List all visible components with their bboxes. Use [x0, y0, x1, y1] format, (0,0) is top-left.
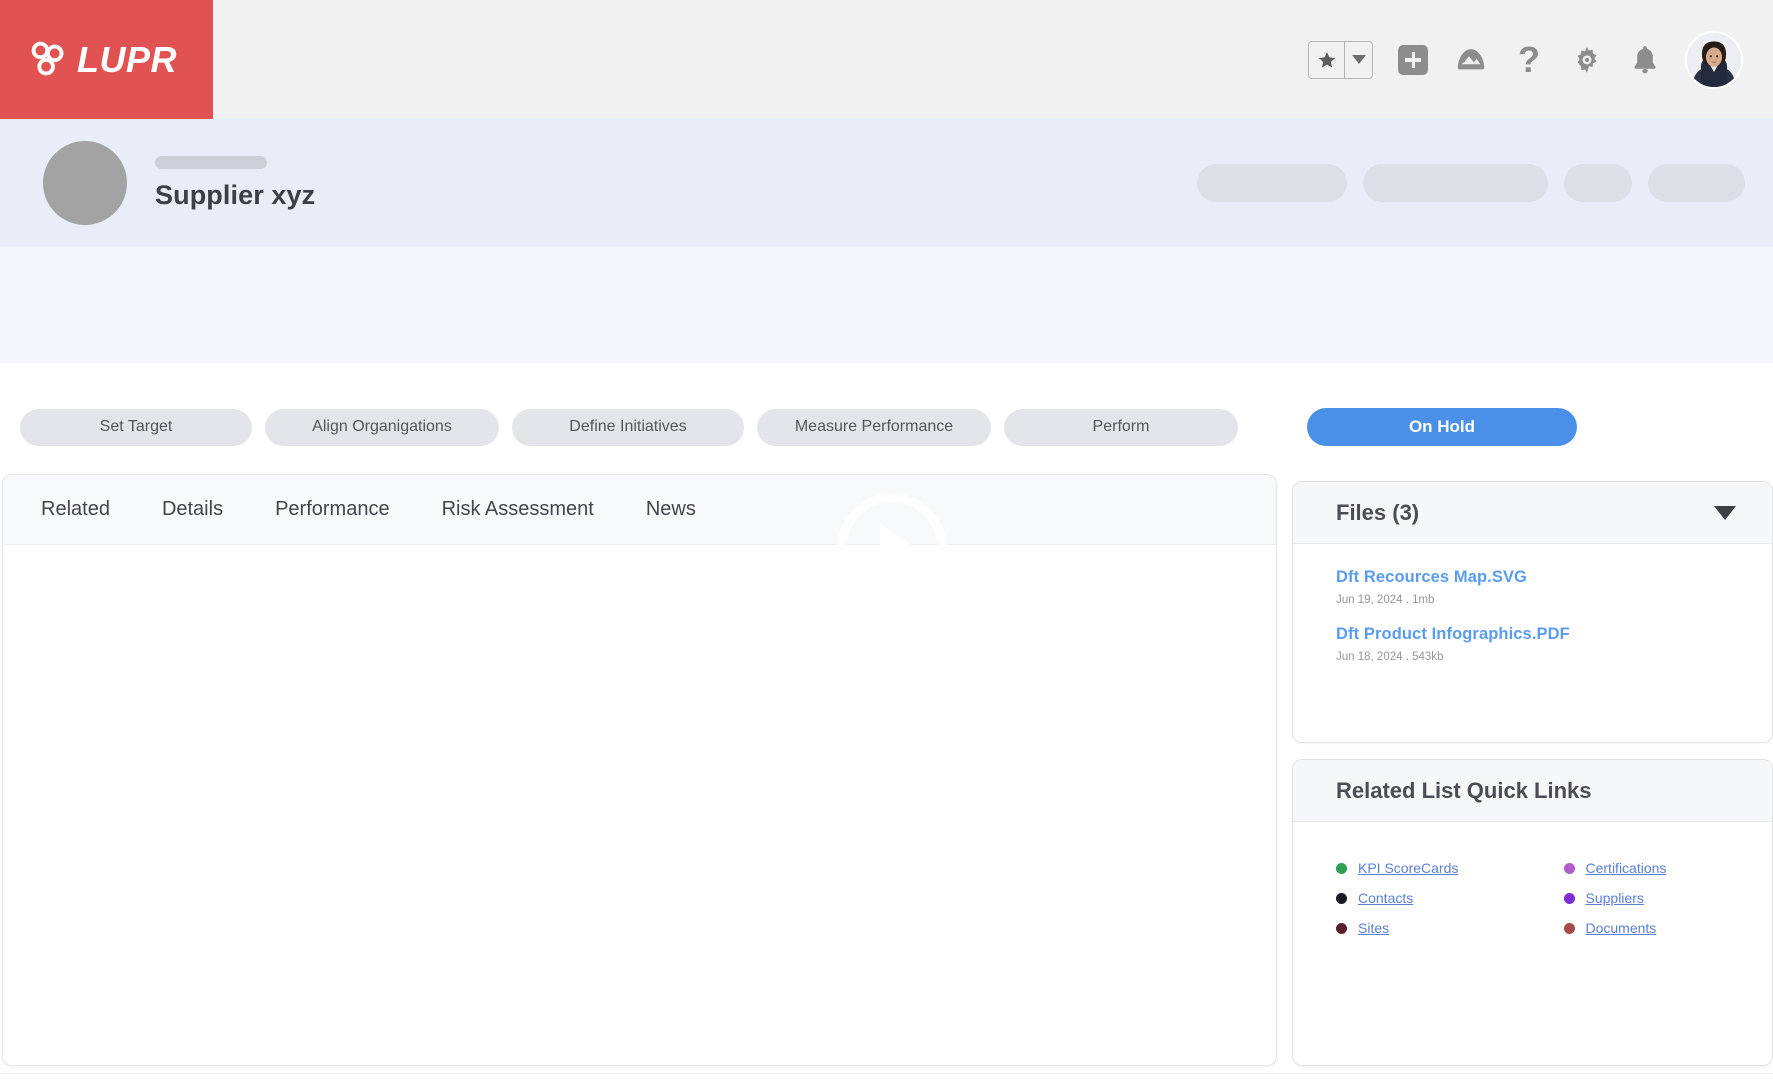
avatar-photo: [1687, 32, 1741, 87]
files-card-header[interactable]: Files (3): [1293, 482, 1772, 544]
files-card-title: Files (3): [1336, 499, 1420, 525]
quick-links-column-right: Certifications Suppliers Documents: [1533, 860, 1773, 936]
global-navigation-bar: LUPR ?: [0, 0, 1773, 119]
list-item[interactable]: Documents: [1563, 920, 1773, 936]
bullet-dot-icon: [1563, 892, 1575, 904]
quick-links-column-left: KPI ScoreCards Contacts Sites: [1293, 860, 1533, 936]
app-root: LUPR ? Supplier xyz Set Target Align Org…: [0, 0, 1773, 1079]
new-record-button[interactable]: [1395, 42, 1431, 78]
quick-link-contacts[interactable]: Contacts: [1358, 890, 1413, 906]
quick-link-sites[interactable]: Sites: [1358, 920, 1389, 936]
quick-links-card-title: Related List Quick Links: [1336, 777, 1592, 803]
list-item[interactable]: Contacts: [1336, 890, 1533, 906]
main-content-card: Related Details Performance Risk Assessm…: [2, 474, 1277, 1066]
stage-align-organigations[interactable]: Align Organigations: [265, 408, 499, 446]
list-item[interactable]: Sites: [1336, 920, 1533, 936]
caret-down-icon[interactable]: [1714, 505, 1736, 520]
status-badge-on-hold[interactable]: On Hold: [1307, 408, 1577, 446]
file-meta: Jun 19, 2024 . 1mb: [1336, 594, 1435, 606]
stage-perform[interactable]: Perform: [1004, 408, 1238, 446]
bullet-dot-icon: [1563, 862, 1575, 874]
bell-icon: [1634, 45, 1656, 73]
global-nav-actions: ?: [1308, 30, 1773, 89]
tab-panel-related: [3, 545, 1276, 1065]
viewport-bottom-edge: [0, 1073, 1773, 1079]
band-gap: [0, 363, 1773, 396]
tab-details[interactable]: Details: [162, 498, 223, 521]
quick-links-card-header: Related List Quick Links: [1293, 760, 1772, 822]
bullet-dot-icon: [1336, 922, 1347, 934]
tab-news[interactable]: News: [646, 498, 696, 521]
list-item[interactable]: Certifications: [1563, 860, 1773, 876]
notifications-button[interactable]: [1627, 42, 1663, 78]
page-title: Supplier xyz: [155, 179, 316, 210]
list-item[interactable]: Dft Product Infographics.PDF Jun 18, 202…: [1336, 625, 1772, 665]
record-avatar-placeholder: [43, 141, 127, 225]
cloud-icon: [1457, 48, 1485, 69]
cloud-upload-button[interactable]: [1453, 42, 1489, 78]
list-item[interactable]: KPI ScoreCards: [1336, 860, 1533, 876]
tab-risk-assessment[interactable]: Risk Assessment: [442, 498, 594, 521]
stage-path-row: Set Target Align Organigations Define In…: [0, 396, 1773, 458]
header-action-placeholder-2[interactable]: [1363, 164, 1548, 202]
file-link[interactable]: Dft Recources Map.SVG: [1336, 568, 1772, 587]
stage-define-initiatives[interactable]: Define Initiatives: [512, 408, 744, 446]
bullet-dot-icon: [1336, 892, 1347, 904]
file-link[interactable]: Dft Product Infographics.PDF: [1336, 625, 1772, 644]
star-icon: [1318, 51, 1335, 67]
list-item[interactable]: Dft Recources Map.SVG Jun 19, 2024 . 1mb: [1336, 568, 1772, 608]
record-title-group: Supplier xyz: [155, 155, 316, 211]
quick-link-kpi-scorecards[interactable]: KPI ScoreCards: [1358, 860, 1458, 876]
record-subtitle-placeholder: [155, 155, 267, 169]
chevron-down-icon: [1351, 55, 1366, 64]
files-list: Dft Recources Map.SVG Jun 19, 2024 . 1mb…: [1293, 544, 1772, 665]
files-card: Files (3) Dft Recources Map.SVG Jun 19, …: [1292, 481, 1773, 743]
record-highlight-band: [0, 247, 1773, 363]
bullet-dot-icon: [1563, 922, 1575, 934]
record-header: Supplier xyz: [0, 119, 1773, 247]
quick-link-documents[interactable]: Documents: [1586, 920, 1657, 936]
stage-measure-performance[interactable]: Measure Performance: [757, 408, 991, 446]
brand-wordmark: LUPR: [77, 38, 177, 80]
file-meta: Jun 18, 2024 . 543kb: [1336, 651, 1444, 663]
favorites-star-button[interactable]: [1309, 41, 1345, 78]
user-profile-avatar[interactable]: [1685, 30, 1743, 89]
question-mark-icon: ?: [1518, 38, 1540, 80]
header-action-placeholder-3[interactable]: [1564, 164, 1632, 202]
favorites-control-group[interactable]: [1308, 40, 1373, 79]
stage-set-target[interactable]: Set Target: [20, 408, 252, 446]
brand-logo-block[interactable]: LUPR: [0, 0, 213, 119]
gear-icon: [1577, 46, 1597, 73]
help-button[interactable]: ?: [1511, 38, 1547, 80]
lupr-trefoil-logo-icon: [31, 41, 64, 75]
tab-related[interactable]: Related: [41, 498, 110, 521]
plus-icon: [1398, 44, 1428, 75]
record-header-actions: [1197, 164, 1745, 202]
tab-bar: Related Details Performance Risk Assessm…: [3, 475, 1276, 545]
settings-button[interactable]: [1569, 42, 1605, 78]
quick-link-suppliers[interactable]: Suppliers: [1586, 890, 1644, 906]
tab-performance[interactable]: Performance: [275, 498, 390, 521]
header-action-placeholder-1[interactable]: [1197, 164, 1347, 202]
related-list-quick-links-card: Related List Quick Links KPI ScoreCards …: [1292, 759, 1773, 1066]
quick-links-body: KPI ScoreCards Contacts Sites Certificat…: [1293, 822, 1772, 936]
list-item[interactable]: Suppliers: [1563, 890, 1773, 906]
header-action-placeholder-4[interactable]: [1648, 164, 1745, 202]
quick-link-certifications[interactable]: Certifications: [1586, 860, 1667, 876]
bullet-dot-icon: [1336, 862, 1347, 874]
favorites-dropdown-button[interactable]: [1345, 42, 1372, 78]
